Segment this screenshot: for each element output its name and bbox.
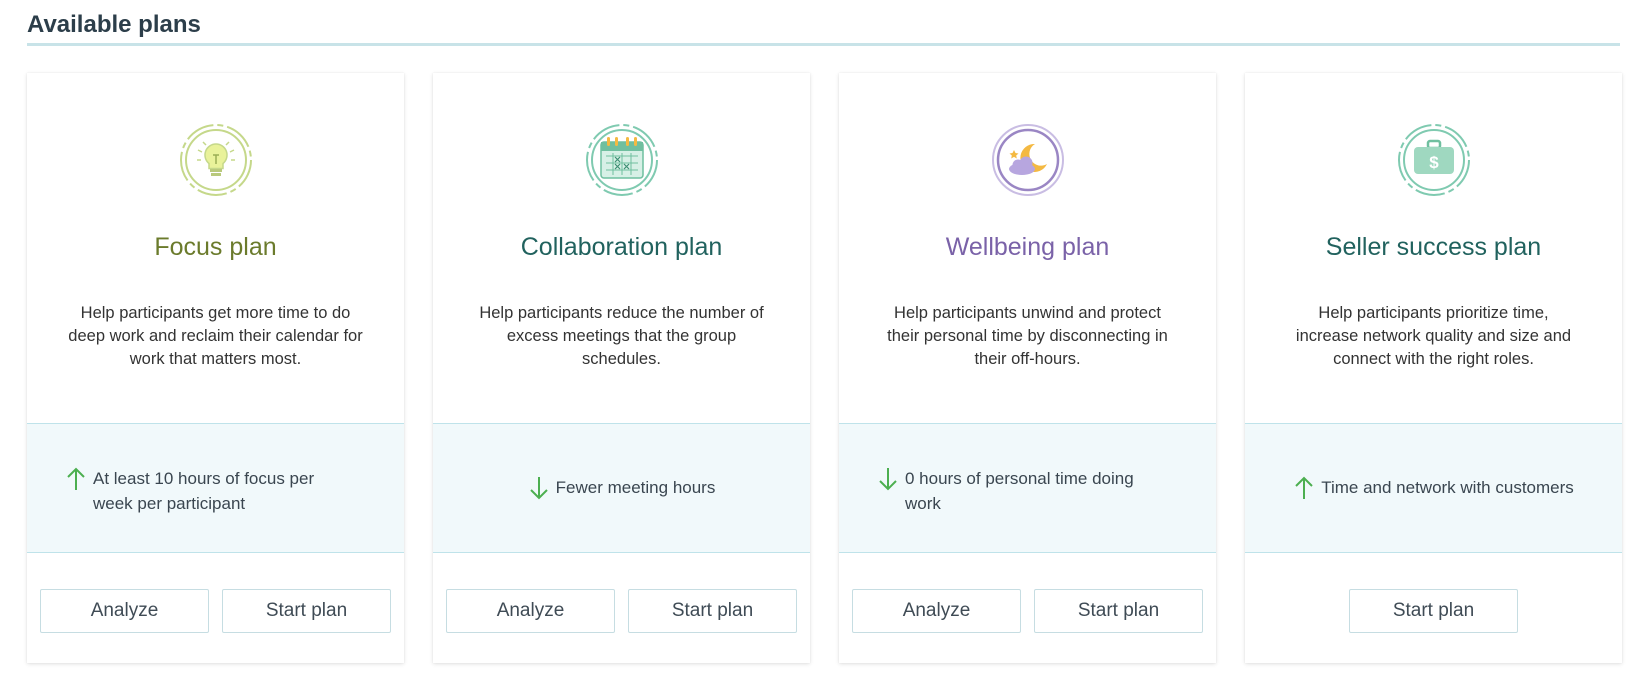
start-plan-button[interactable]: Start plan xyxy=(1034,589,1203,633)
arrow-up-icon xyxy=(1295,476,1313,499)
plan-title: Collaboration plan xyxy=(520,233,723,261)
section-title: Available plans xyxy=(27,11,201,38)
moon-cloud-icon xyxy=(991,124,1064,196)
arrow-down-icon xyxy=(529,477,548,500)
svg-text:$: $ xyxy=(1429,153,1439,172)
briefcase-dollar-icon: $ xyxy=(1397,124,1470,196)
plan-title: Wellbeing plan xyxy=(945,233,1110,261)
goal-text: 0 hours of personal time doing work xyxy=(905,469,1134,513)
analyze-button[interactable]: Analyze xyxy=(446,589,615,633)
goal-band: At least 10 hours of focus per week per … xyxy=(27,423,404,553)
goal-band: Fewer meeting hours xyxy=(433,423,810,553)
plan-card-collaboration: Collaboration plan Help participants red… xyxy=(433,73,810,663)
arrow-down-icon xyxy=(879,468,897,491)
start-plan-button[interactable]: Start plan xyxy=(222,589,391,633)
calendar-icon xyxy=(585,124,658,196)
plan-card-wellbeing: Wellbeing plan Help participants unwind … xyxy=(839,73,1216,663)
section-header: Available plans xyxy=(27,10,1620,46)
lightbulb-icon xyxy=(179,124,252,196)
start-plan-button[interactable]: Start plan xyxy=(1349,589,1518,633)
plan-description: Help participants unwind and protect the… xyxy=(887,304,1168,368)
goal-text: Fewer meeting hours xyxy=(555,478,716,497)
analyze-button[interactable]: Analyze xyxy=(852,589,1021,633)
goal-text: At least 10 hours of focus per week per … xyxy=(93,469,315,513)
analyze-button[interactable]: Analyze xyxy=(40,589,209,633)
goal-band: 0 hours of personal time doing work xyxy=(839,423,1216,553)
plan-card-focus: Focus plan Help participants get more ti… xyxy=(27,73,404,663)
plan-title: Seller success plan xyxy=(1325,233,1542,261)
plan-description: Help participants get more time to do de… xyxy=(68,304,363,368)
plan-title: Focus plan xyxy=(154,233,277,261)
start-plan-button[interactable]: Start plan xyxy=(628,589,797,633)
plan-description: Help participants prioritize time, incre… xyxy=(1295,304,1572,368)
plan-card-seller-success: $ Seller success plan Help participants … xyxy=(1245,73,1622,663)
plan-description: Help participants reduce the number of e… xyxy=(479,304,764,368)
arrow-up-icon xyxy=(67,467,85,490)
goal-band: Time and network with customers xyxy=(1245,423,1622,553)
goal-text: Time and network with customers xyxy=(1321,478,1574,497)
